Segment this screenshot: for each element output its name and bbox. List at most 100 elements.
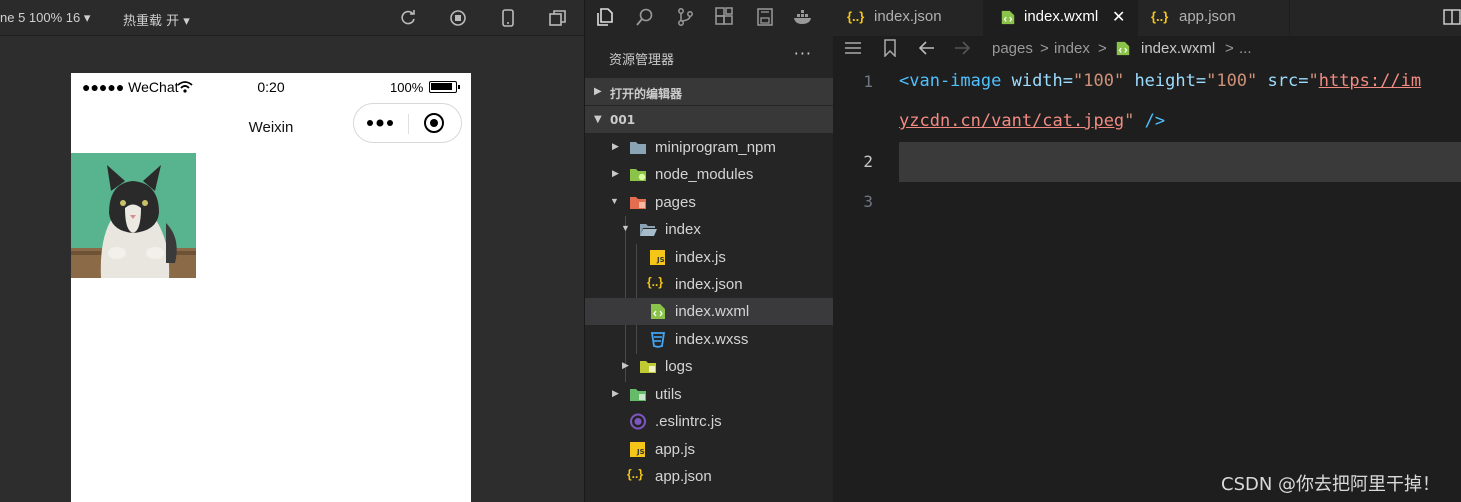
battery-percent: 100%: [390, 80, 424, 95]
breadcrumb-pages[interactable]: pages: [992, 40, 1033, 57]
tree-item-label: pages: [655, 194, 696, 211]
more-dots-icon[interactable]: [366, 118, 396, 128]
search-icon[interactable]: [635, 7, 655, 27]
source-control-icon[interactable]: [675, 7, 695, 27]
stop-icon[interactable]: [449, 9, 467, 27]
tree-item-label: index: [665, 221, 701, 238]
json-file-icon: {..}: [1151, 9, 1169, 24]
phone-screen: ●●●●● WeChat 0:20 100% Weixin: [71, 73, 471, 502]
window-icon[interactable]: [549, 9, 567, 27]
breadcrumb-file[interactable]: index.wxml: [1141, 40, 1215, 57]
tree-item-eslintrc[interactable]: .eslintrc.js: [585, 408, 834, 435]
tree-item-label: .eslintrc.js: [655, 413, 722, 430]
tree-item-pages[interactable]: ▼ pages: [585, 189, 834, 216]
code-line-1: <van-image width="100" height="100" src=…: [899, 71, 1421, 91]
code-attr: src=: [1257, 71, 1309, 91]
tab-label: app.json: [1179, 8, 1236, 25]
breadcrumb-separator: >: [1225, 40, 1234, 57]
folder-icon: [630, 142, 646, 154]
simulator-panel: ne 5 100% 16 ▾ 热重载 开 ▾ ●●●●● WeChat 0:20…: [0, 0, 584, 502]
breadcrumb: pages > index > index.wxml > ...: [833, 36, 1461, 62]
eslint-icon: [630, 413, 646, 430]
svg-text:JS: JS: [636, 448, 645, 456]
tree-item-app-json[interactable]: {..} app.json: [585, 463, 834, 490]
back-arrow-icon[interactable]: [918, 40, 936, 56]
tree-item-utils[interactable]: ▶ utils: [585, 381, 834, 408]
breadcrumb-index[interactable]: index: [1054, 40, 1090, 57]
open-editors-label: 打开的编辑器: [610, 87, 683, 101]
code-string: "100": [1073, 71, 1125, 91]
chevron-down-icon: ▼: [621, 223, 630, 233]
code-attr: height=: [1124, 71, 1207, 91]
code-editor[interactable]: 1 2 3 <van-image width="100" height="100…: [833, 62, 1461, 502]
project-label: 001: [610, 113, 636, 127]
chevron-down-icon: ▼: [594, 114, 602, 125]
refresh-icon[interactable]: [399, 9, 417, 27]
wifi-icon: [177, 81, 193, 93]
code-string: ": [1308, 71, 1319, 91]
tree-item-index-js[interactable]: JS index.js: [585, 244, 834, 271]
docker-icon[interactable]: [793, 7, 813, 27]
files-icon[interactable]: [595, 7, 615, 27]
json-file-icon: {..}: [647, 275, 664, 289]
code-attr: width=: [1001, 71, 1074, 91]
status-bar: ●●●●● WeChat 0:20 100%: [71, 73, 471, 101]
code-line-1-wrap: yzcdn.cn/vant/cat.jpeg" />: [899, 111, 1165, 131]
tab-index-wxml[interactable]: index.wxml ✕: [984, 0, 1138, 36]
chevron-right-icon: ▶: [612, 168, 619, 178]
chevron-right-icon: ▶: [594, 86, 602, 97]
chevron-right-icon: ▶: [612, 388, 619, 398]
tree-item-label: app.js: [655, 441, 696, 458]
tab-label: index.wxml: [1024, 8, 1099, 25]
js-file-icon: JS: [650, 250, 665, 265]
current-line-highlight: [899, 142, 1461, 182]
chevron-down-icon: ▼: [610, 196, 619, 206]
list-icon[interactable]: [844, 41, 862, 55]
tree-item-label: index.json: [675, 276, 743, 293]
tree-item-label: index.wxml: [675, 303, 750, 320]
folder-open-icon: [640, 224, 657, 236]
hot-reload-toggle[interactable]: 热重载 开 ▾: [123, 10, 190, 29]
bookmark-icon[interactable]: [883, 39, 897, 57]
tab-app-json[interactable]: {..} app.json: [1138, 0, 1290, 36]
more-actions-button[interactable]: ···: [794, 44, 812, 63]
pages-folder-icon: [630, 197, 646, 209]
close-icon[interactable]: ✕: [1112, 7, 1125, 27]
breadcrumb-separator: >: [1040, 40, 1049, 57]
tab-label: index.json: [874, 8, 942, 25]
line-number: 1: [863, 72, 873, 91]
tree-item-index-wxss[interactable]: index.wxss: [585, 326, 834, 353]
code-url-link[interactable]: yzcdn.cn/vant/cat.jpeg: [899, 111, 1124, 131]
breadcrumb-more[interactable]: ...: [1239, 40, 1252, 57]
chevron-right-icon: ▶: [612, 141, 619, 151]
tree-item-index-json[interactable]: {..} index.json: [585, 271, 834, 298]
device-selector[interactable]: ne 5 100% 16 ▾: [0, 10, 90, 26]
split-editor-icon[interactable]: [1443, 8, 1461, 26]
forward-arrow-icon[interactable]: [953, 40, 971, 56]
tree-item-index-folder[interactable]: ▼ index: [585, 216, 834, 243]
logs-folder-icon: [640, 361, 656, 373]
cat-image: [71, 153, 196, 278]
node-folder-icon: [630, 169, 646, 181]
tree-item-index-wxml[interactable]: index.wxml: [585, 298, 834, 325]
tree-item-logs[interactable]: ▶ logs: [585, 353, 834, 380]
explorer-title: 资源管理器: [609, 53, 675, 68]
tree-item-miniprogram-npm[interactable]: ▶ miniprogram_npm: [585, 134, 834, 161]
tree-item-node-modules[interactable]: ▶ node_modules: [585, 161, 834, 188]
project-section[interactable]: ▼ 001: [585, 106, 834, 133]
tree-item-label: logs: [665, 358, 693, 375]
phone-icon[interactable]: [499, 9, 517, 27]
explorer-header: 资源管理器 ···: [585, 38, 834, 76]
open-editors-section[interactable]: ▶ 打开的编辑器: [585, 78, 834, 105]
menu-capsule[interactable]: [353, 103, 462, 143]
close-target-icon[interactable]: [423, 112, 445, 134]
code-url-link[interactable]: https://im: [1319, 71, 1421, 91]
code-tag: <van-image: [899, 71, 1002, 91]
tree-item-app-js[interactable]: JS app.js: [585, 436, 834, 463]
storage-icon[interactable]: [755, 7, 775, 27]
tree-item-label: index.wxss: [675, 331, 749, 348]
tab-index-json[interactable]: {..} index.json: [833, 0, 984, 36]
extensions-icon[interactable]: [714, 7, 734, 27]
svg-text:JS: JS: [656, 256, 665, 264]
carrier-label: ●●●●● WeChat: [82, 79, 179, 95]
